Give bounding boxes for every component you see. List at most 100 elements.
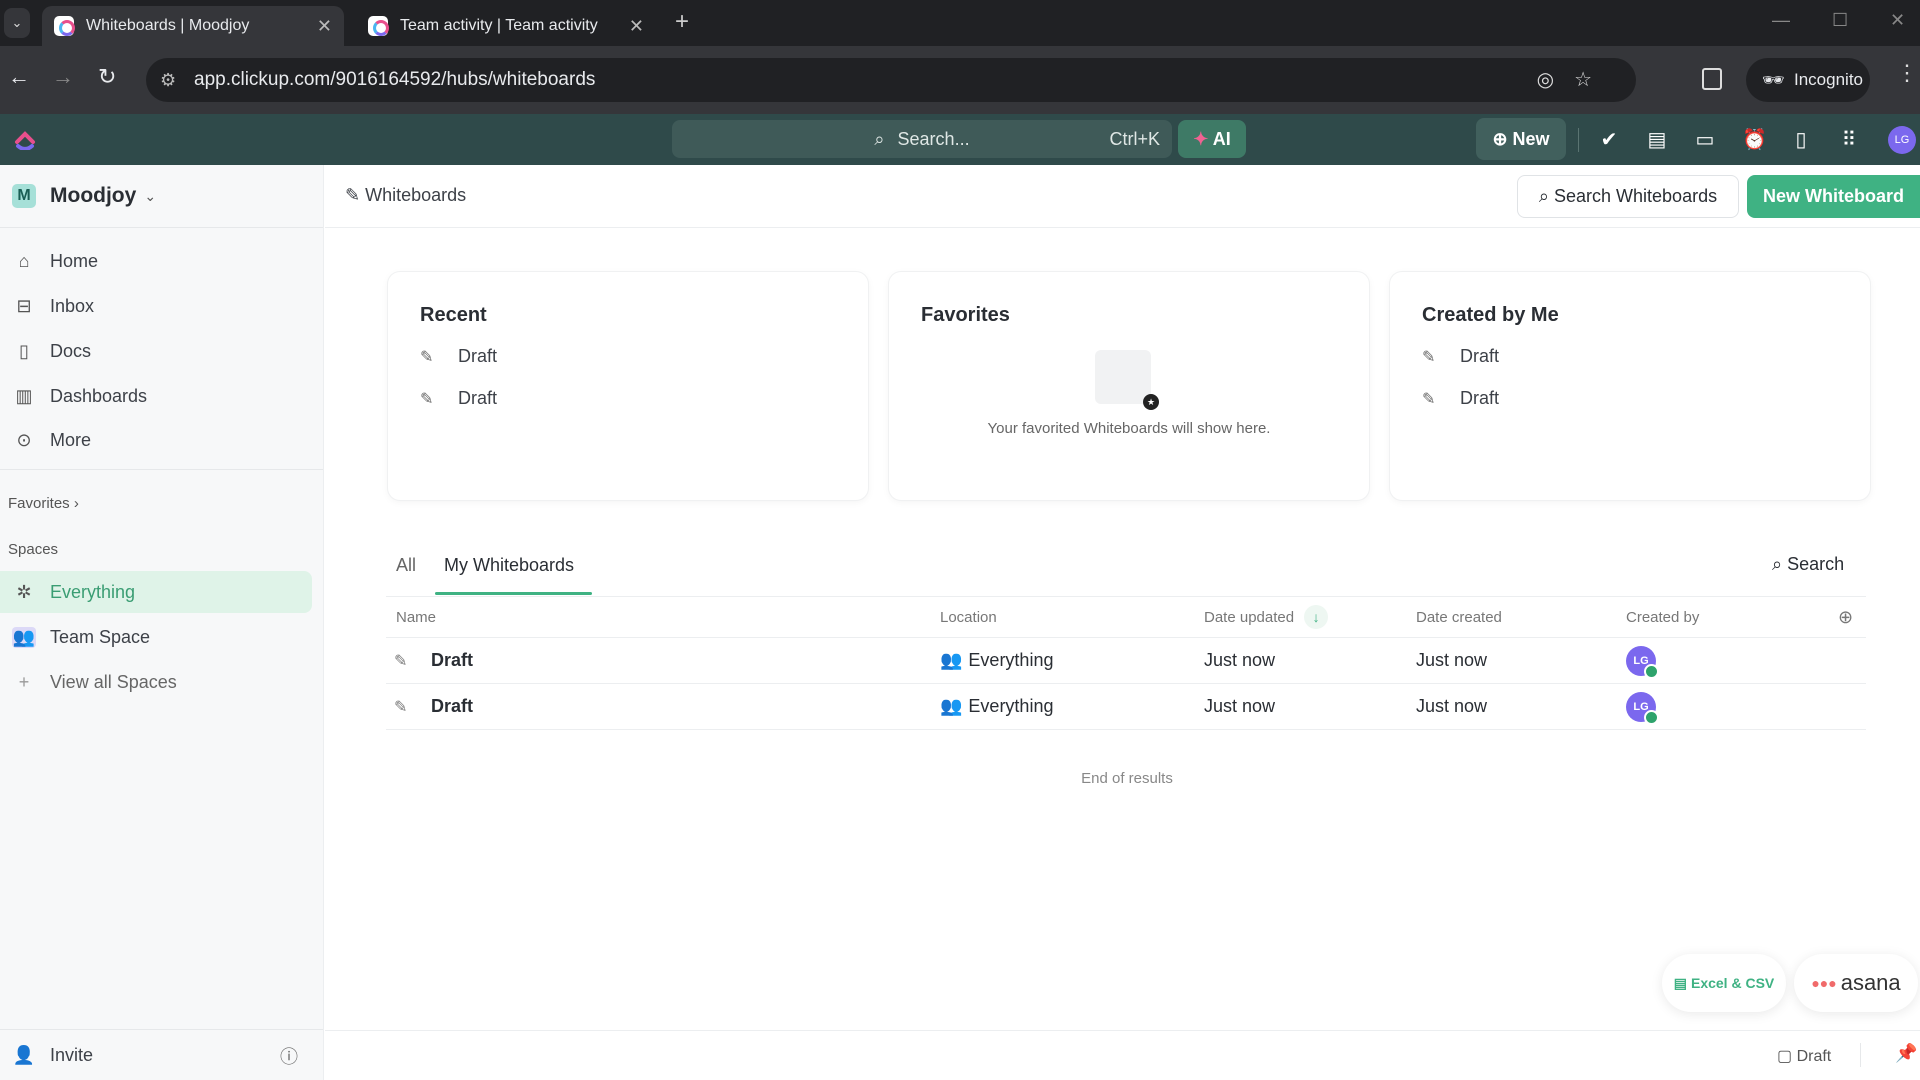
side-panel-icon[interactable]: [1702, 68, 1722, 90]
search-icon: ⌕: [874, 129, 885, 149]
invite-label: Invite: [50, 1044, 94, 1065]
close-tab-icon[interactable]: ✕: [317, 16, 332, 37]
asana-logo-icon: ●●●: [1811, 975, 1837, 991]
sidebar-item-team-space[interactable]: 👥 Team Space: [12, 617, 150, 657]
sidebar-item-label: More: [50, 429, 92, 450]
item-label: Draft: [1460, 388, 1500, 408]
page-title: Whiteboards: [365, 185, 467, 205]
user-avatar[interactable]: LG: [1888, 126, 1916, 154]
sidebar-item-inbox[interactable]: ⊟ Inbox: [12, 286, 94, 326]
tab-title: Team activity | Team activity: [400, 17, 598, 34]
sidebar-item-docs[interactable]: ▯ Docs: [12, 331, 91, 371]
site-settings-icon[interactable]: ⚙: [160, 58, 176, 102]
sidebar-item-label: View all Spaces: [50, 671, 177, 692]
table-row[interactable]: ✎ Draft 👥 Everything Just now Just now LG: [386, 638, 1866, 684]
alarm-clock-icon[interactable]: ⏰: [1742, 127, 1767, 152]
row-name[interactable]: Draft: [431, 684, 473, 729]
sort-down-icon[interactable]: ↓: [1304, 605, 1329, 629]
whiteboard-icon: ✎: [394, 698, 408, 716]
divider: [0, 469, 323, 470]
column-location[interactable]: Location: [940, 597, 997, 637]
browser-menu-icon[interactable]: ⋮: [1896, 60, 1918, 86]
chevron-down-icon: ⌄: [144, 187, 157, 204]
row-date-updated: Just now: [1204, 696, 1276, 716]
divider: [0, 227, 323, 228]
column-date-created[interactable]: Date created: [1416, 597, 1502, 637]
pin-icon[interactable]: 📌: [1895, 1043, 1917, 1064]
avatar[interactable]: LG: [1626, 645, 1659, 679]
new-button[interactable]: ⊕ New: [1476, 118, 1566, 160]
help-icon[interactable]: ⓘ: [280, 1043, 298, 1069]
search-whiteboards-button[interactable]: ⌕ Search Whiteboards: [1517, 175, 1739, 218]
bookmark-star-icon[interactable]: ☆: [1574, 69, 1612, 91]
column-date-updated[interactable]: Date updated ↓: [1204, 597, 1329, 637]
whiteboards-table: Name Location Date updated ↓ Date created…: [386, 596, 1866, 730]
clickup-logo-icon[interactable]: [14, 126, 36, 150]
plus-icon: +: [18, 671, 30, 692]
created-item[interactable]: ✎ Draft: [1422, 346, 1499, 367]
workspace-switcher[interactable]: M Moodjoy ⌄: [12, 184, 156, 208]
forward-icon[interactable]: →: [52, 64, 74, 90]
created-item[interactable]: ✎ Draft: [1422, 388, 1499, 409]
everything-icon: ✲: [16, 581, 32, 602]
search-label: Search: [1787, 554, 1845, 574]
workspace-name: Moodjoy: [50, 184, 137, 207]
breadcrumb[interactable]: ✎ Whiteboards: [345, 185, 466, 206]
people-icon: 👥: [940, 650, 963, 670]
sidebar-item-label: Home: [50, 250, 99, 271]
spaces-label: Spaces: [8, 541, 59, 558]
check-circle-icon[interactable]: ✔: [1598, 127, 1620, 152]
table-row[interactable]: ✎ Draft 👥 Everything Just now Just now LG: [386, 684, 1866, 730]
sidebar-item-view-all-spaces[interactable]: + View all Spaces: [12, 662, 177, 702]
sidebar-item-more[interactable]: ⊙ More: [12, 420, 91, 460]
favorites-section[interactable]: Favorites ›: [8, 495, 79, 512]
tab-my-whiteboards[interactable]: My Whiteboards: [444, 555, 574, 576]
sidebar-item-label: Docs: [50, 340, 92, 361]
sidebar-item-home[interactable]: ⌂ Home: [12, 241, 98, 281]
maximize-icon[interactable]: ☐: [1832, 10, 1848, 31]
sidebar-item-label: Team Space: [50, 626, 151, 647]
card-title: Favorites: [921, 304, 1010, 326]
invite-button[interactable]: 👤 Invite: [12, 1035, 93, 1075]
close-tab-icon[interactable]: ✕: [629, 16, 644, 37]
draft-tray-button[interactable]: ▢ Draft: [1777, 1046, 1831, 1066]
sidebar-item-everything[interactable]: ✲ Everything: [12, 572, 135, 612]
whiteboard-illustration-icon: ★: [1095, 350, 1159, 410]
asana-import-button[interactable]: ●●● asana: [1794, 954, 1918, 1012]
address-bar[interactable]: ⚙ app.clickup.com/9016164592/hubs/whiteb…: [146, 58, 1636, 102]
browser-toolbar: ← → ↻ ⚙ app.clickup.com/9016164592/hubs/…: [0, 46, 1920, 114]
notepad-icon[interactable]: ▤: [1646, 127, 1668, 152]
excel-csv-import-button[interactable]: ▤ Excel & CSV: [1662, 954, 1786, 1012]
row-name[interactable]: Draft: [431, 638, 473, 683]
column-created-by[interactable]: Created by: [1626, 597, 1699, 637]
browser-tab-whiteboards[interactable]: Whiteboards | Moodjoy ✕: [42, 6, 344, 46]
home-icon: ⌂: [18, 250, 30, 271]
column-name[interactable]: Name: [396, 597, 436, 637]
incognito-badge[interactable]: 🕶 Incognito: [1746, 58, 1870, 102]
recent-item[interactable]: ✎ Draft: [420, 346, 497, 367]
recent-item[interactable]: ✎ Draft: [420, 388, 497, 409]
new-whiteboard-button[interactable]: New Whiteboard: [1747, 175, 1920, 218]
tab-search-button[interactable]: ⌄: [4, 8, 30, 38]
back-icon[interactable]: ←: [8, 64, 30, 90]
eye-off-icon[interactable]: ◎: [1537, 69, 1574, 91]
minimize-icon[interactable]: —: [1772, 10, 1790, 31]
sidebar-item-dashboards[interactable]: ▥ Dashboards: [12, 376, 147, 416]
avatar[interactable]: LG: [1626, 691, 1659, 725]
video-icon[interactable]: ▭: [1694, 127, 1716, 152]
incognito-icon: 🕶: [1762, 70, 1785, 90]
apps-grid-icon[interactable]: ⠿: [1838, 127, 1860, 152]
new-tab-icon[interactable]: +: [675, 8, 689, 36]
browser-tab-team-activity[interactable]: Team activity | Team activity ✕: [356, 6, 656, 46]
add-column-icon[interactable]: ⊕: [1838, 597, 1853, 637]
search-placeholder: Search...: [897, 129, 970, 149]
note-icon: ▢: [1777, 1048, 1793, 1065]
document-icon[interactable]: ▯: [1790, 127, 1812, 152]
reload-icon[interactable]: ↻: [98, 64, 116, 90]
clickup-favicon: [54, 16, 75, 36]
table-search-button[interactable]: ⌕ Search: [1772, 554, 1844, 575]
ai-button[interactable]: ✦ AI: [1178, 120, 1246, 158]
global-search-input[interactable]: ⌕ Search... Ctrl+K: [672, 120, 1172, 158]
tab-all[interactable]: All: [396, 555, 416, 576]
close-window-icon[interactable]: ✕: [1890, 10, 1905, 31]
